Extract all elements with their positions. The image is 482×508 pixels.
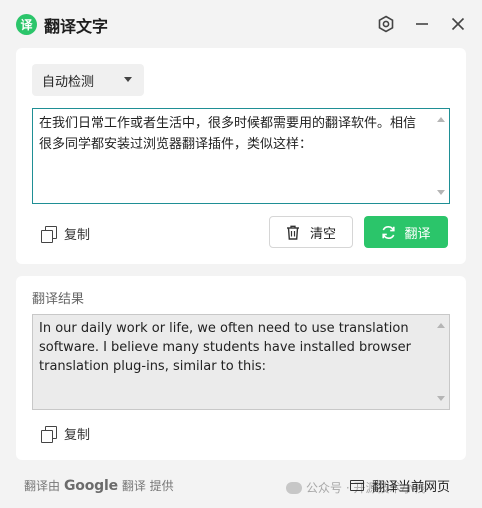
source-text: 在我们日常工作或者生活中，很多时候都需要用的翻译软件。相信很多同学都安装过浏览器…	[39, 116, 417, 152]
google-logo: Google	[64, 477, 118, 494]
close-icon[interactable]	[448, 14, 468, 34]
app-title: 翻译文字	[44, 17, 109, 36]
chevron-down-icon	[124, 77, 132, 82]
translate-button[interactable]: 翻译	[364, 216, 448, 248]
wechat-icon	[286, 481, 302, 494]
app-logo-icon: 译	[16, 14, 37, 35]
clear-button[interactable]: 清空	[269, 216, 353, 248]
result-text-area[interactable]: In our daily work or life, we often need…	[32, 314, 450, 410]
copy-icon	[40, 225, 57, 243]
source-language-label: 自动检测	[42, 74, 95, 90]
translate-page-label: 翻译当前网页	[372, 480, 451, 495]
scroll-up-icon[interactable]	[437, 323, 445, 328]
refresh-icon	[382, 225, 396, 239]
powered-suffix: 翻译 提供	[121, 479, 174, 493]
powered-by-text: 翻译由 Google 翻译 提供	[24, 477, 174, 494]
scroll-up-icon[interactable]	[437, 117, 445, 122]
translate-page-button[interactable]: 翻译当前网页	[350, 476, 450, 495]
trash-icon	[286, 225, 299, 240]
clear-label: 清空	[309, 226, 336, 242]
copy-source-label: 复制	[64, 228, 91, 243]
result-text: In our daily work or life, we often need…	[39, 321, 411, 374]
copy-result-button[interactable]: 复制	[40, 424, 90, 443]
monitor-icon	[350, 480, 364, 491]
translate-label: 翻译	[404, 226, 431, 242]
source-language-select[interactable]: 自动检测	[32, 64, 144, 96]
copy-icon	[40, 425, 57, 443]
copy-source-button[interactable]: 复制	[40, 224, 90, 243]
scroll-down-icon[interactable]	[437, 190, 445, 195]
powered-prefix: 翻译由	[24, 479, 61, 493]
settings-icon[interactable]	[376, 14, 396, 34]
copy-result-label: 复制	[64, 428, 91, 443]
minimize-icon[interactable]	[412, 14, 432, 34]
source-text-input[interactable]: 在我们日常工作或者生活中，很多时候都需要用的翻译软件。相信很多同学都安装过浏览器…	[32, 108, 450, 204]
title-bar: 译 翻译文字	[0, 0, 482, 48]
result-section-label: 翻译结果	[32, 292, 85, 307]
scroll-down-icon[interactable]	[437, 396, 445, 401]
result-panel: 翻译结果 In our daily work or life, we often…	[16, 276, 466, 460]
source-panel: 自动检测 在我们日常工作或者生活中，很多时候都需要用的翻译软件。相信很多同学都安…	[16, 48, 466, 264]
